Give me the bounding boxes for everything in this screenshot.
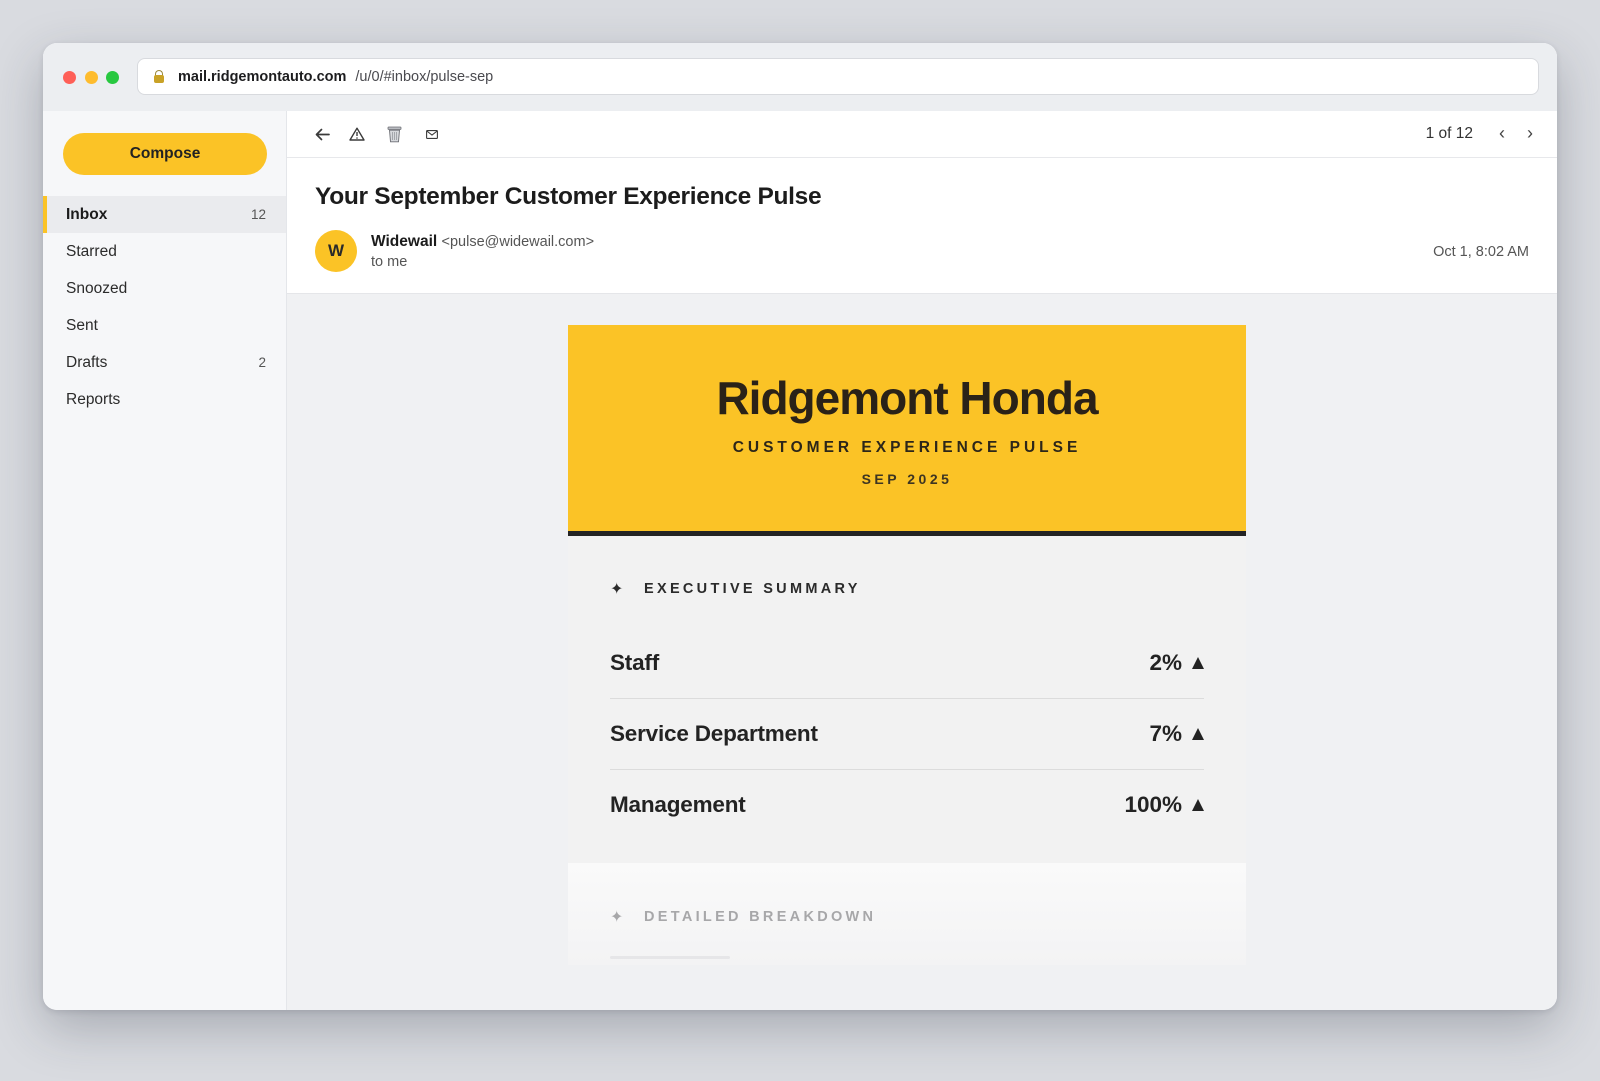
sidebar-item-count: 2 [258, 355, 266, 370]
address-bar[interactable]: mail.ridgemontauto.com /u/0/#inbox/pulse… [137, 58, 1539, 95]
browser-chrome: mail.ridgemontauto.com /u/0/#inbox/pulse… [43, 43, 1557, 112]
maximize-window-button[interactable] [106, 71, 119, 84]
sidebar-item-label: Sent [66, 316, 98, 334]
folder-nav: Inbox 12 Starred Snoozed Sent Drafts 2 R… [43, 196, 286, 418]
summary-value: 7% [1149, 721, 1204, 747]
summary-value: 100% [1124, 792, 1204, 818]
report-period: SEP 2025 [861, 471, 953, 487]
mail-sidebar: Compose Inbox 12 Starred Snoozed Sent Dr… [43, 111, 287, 1010]
sidebar-item-sent[interactable]: Sent [43, 307, 286, 344]
url-domain: mail.ridgemontauto.com [178, 68, 347, 85]
chevron-right-icon[interactable]: › [1527, 123, 1533, 144]
message-date: Oct 1, 8:02 AM [1433, 244, 1529, 260]
url-path: /u/0/#inbox/pulse-sep [355, 68, 494, 85]
recipient-line[interactable]: to me [371, 254, 407, 270]
sparkle-icon: ✦ [610, 909, 624, 926]
sidebar-item-drafts[interactable]: Drafts 2 [43, 344, 286, 381]
sender-name[interactable]: Widewail [371, 233, 437, 250]
detailed-breakdown-heading: ✦ DETAILED BREAKDOWN [610, 907, 876, 927]
delete-icon[interactable] [383, 123, 405, 145]
sidebar-item-count: 12 [250, 207, 266, 222]
chevron-left-icon[interactable]: ‹ [1499, 123, 1505, 144]
sidebar-item-label: Snoozed [66, 279, 128, 297]
sidebar-item-label: Drafts [66, 353, 108, 371]
summary-label: Service Department [610, 721, 818, 746]
sidebar-item-starred[interactable]: Starred [43, 233, 286, 270]
sidebar-item-snoozed[interactable]: Snoozed [43, 270, 286, 307]
detailed-breakdown-section: ✦ DETAILED BREAKDOWN [568, 863, 1246, 965]
report-title: CUSTOMER EXPERIENCE PULSE [732, 439, 1082, 456]
summary-percent: 100% [1124, 792, 1182, 817]
trend-up-icon [1192, 728, 1204, 740]
avatar: W [315, 230, 357, 272]
report-spam-icon[interactable] [346, 123, 368, 145]
summary-list: Staff 2% Service Department 7% Managemen… [610, 628, 1204, 840]
message-header: Your September Customer Experience Pulse… [287, 158, 1557, 294]
divider [610, 956, 730, 959]
close-window-button[interactable] [63, 71, 76, 84]
pagination-label: 1 of 12 [1425, 125, 1473, 142]
message-pane: 1 of 12 ‹ › Your September Customer Expe… [287, 111, 1557, 1010]
summary-value: 2% [1149, 650, 1204, 676]
trend-up-icon [1192, 799, 1204, 811]
summary-label: Staff [610, 650, 659, 675]
sidebar-item-label: Reports [66, 390, 121, 408]
summary-row: Staff 2% [610, 628, 1204, 699]
email-hero: Ridgemont Honda CUSTOMER EXPERIENCE PULS… [568, 325, 1246, 536]
email-content: Ridgemont Honda CUSTOMER EXPERIENCE PULS… [568, 325, 1246, 965]
section-title: EXECUTIVE SUMMARY [644, 581, 861, 597]
back-arrow-icon[interactable] [311, 123, 333, 145]
sidebar-item-label: Starred [66, 242, 117, 260]
sender-email: <pulse@widewail.com> [441, 234, 595, 250]
dealer-name: Ridgemont Honda [716, 372, 1098, 424]
sidebar-item-reports[interactable]: Reports [43, 381, 286, 418]
sidebar-item-label: Inbox [66, 205, 108, 223]
browser-window: mail.ridgemontauto.com /u/0/#inbox/pulse… [43, 43, 1557, 1010]
sender-line: Widewail <pulse@widewail.com> [371, 233, 594, 251]
message-subject: Your September Customer Experience Pulse [315, 183, 822, 210]
summary-percent: 2% [1149, 650, 1182, 675]
sparkle-icon: ✦ [610, 581, 624, 598]
section-title: DETAILED BREAKDOWN [644, 909, 877, 925]
summary-row: Management 100% [610, 770, 1204, 840]
trend-up-icon [1192, 657, 1204, 669]
summary-label: Management [610, 792, 746, 817]
mark-unread-icon[interactable] [421, 123, 443, 145]
message-toolbar: 1 of 12 ‹ › [287, 111, 1557, 158]
executive-summary-heading: ✦ EXECUTIVE SUMMARY [610, 579, 861, 599]
minimize-window-button[interactable] [85, 71, 98, 84]
compose-button[interactable]: Compose [63, 133, 267, 175]
summary-row: Service Department 7% [610, 699, 1204, 770]
lock-icon [154, 70, 164, 83]
sidebar-item-inbox[interactable]: Inbox 12 [43, 196, 286, 233]
summary-percent: 7% [1149, 721, 1182, 746]
